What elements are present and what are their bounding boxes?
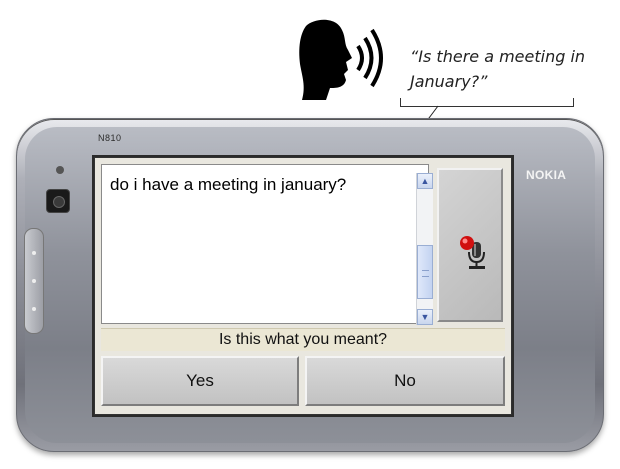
- speaking-head-icon: [299, 19, 383, 101]
- no-button[interactable]: No: [305, 356, 505, 406]
- vertical-scrollbar[interactable]: ▲ ▼: [416, 173, 433, 325]
- recognized-text: do i have a meeting in january?: [110, 175, 347, 194]
- brand-logo: NOKIA: [526, 168, 567, 182]
- side-key-pad[interactable]: [24, 228, 44, 334]
- device-screen: do i have a meeting in january? ▲ ▼ Is t…: [94, 157, 512, 415]
- light-sensor: [56, 166, 64, 174]
- side-key-up[interactable]: [32, 251, 36, 255]
- recognized-text-field[interactable]: do i have a meeting in january? ▲ ▼: [101, 164, 433, 325]
- quote-bracket: [400, 98, 574, 107]
- scroll-down-icon[interactable]: ▼: [417, 309, 433, 325]
- microphone-record-icon: [460, 236, 485, 269]
- scroll-up-icon[interactable]: ▲: [417, 173, 433, 189]
- model-label: N810: [98, 133, 122, 143]
- yes-button[interactable]: Yes: [101, 356, 299, 406]
- confirmation-prompt: Is this what you meant?: [101, 328, 505, 351]
- spoken-query-quote: “Is there a meeting in January?”: [410, 47, 586, 91]
- side-key-middle[interactable]: [32, 279, 36, 283]
- record-button[interactable]: [437, 168, 503, 322]
- camera-icon: [46, 189, 70, 213]
- side-key-down[interactable]: [32, 307, 36, 311]
- scroll-thumb[interactable]: [417, 245, 433, 299]
